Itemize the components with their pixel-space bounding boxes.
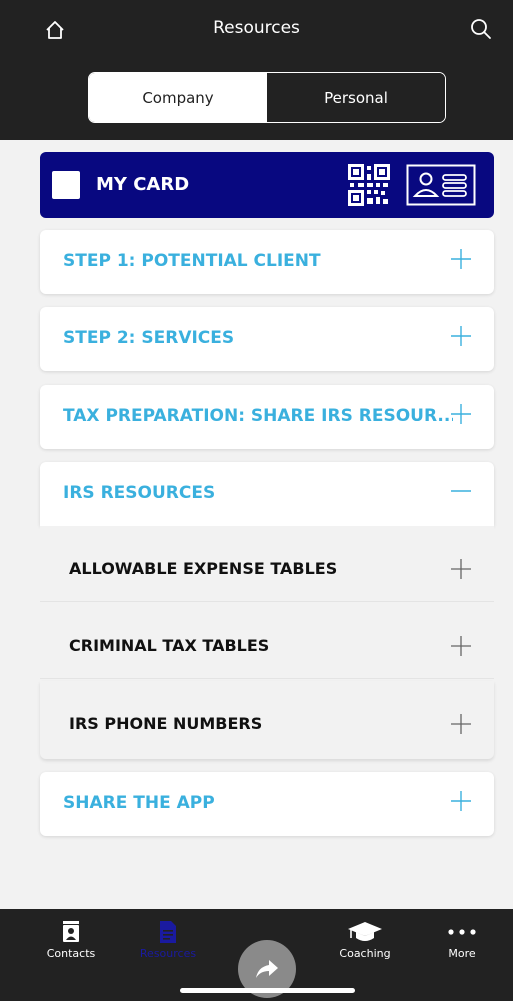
section-tax-preparation[interactable]: TAX PREPARATION: SHARE IRS RESOUR... xyxy=(40,385,494,449)
minus-icon[interactable] xyxy=(450,480,472,502)
plus-icon[interactable] xyxy=(450,790,472,812)
section-step-2-services[interactable]: STEP 2: SERVICES xyxy=(40,307,494,371)
more-dots-icon xyxy=(448,929,476,935)
my-card-checkbox[interactable] xyxy=(52,171,80,199)
tab-resources[interactable]: Resources xyxy=(128,921,208,960)
contacts-icon xyxy=(63,921,79,942)
section-title: TAX PREPARATION: SHARE IRS RESOUR... xyxy=(63,406,453,426)
qr-code-icon[interactable] xyxy=(348,164,390,206)
tab-contacts[interactable]: Contacts xyxy=(31,921,111,960)
plus-icon[interactable] xyxy=(450,713,472,735)
graduation-cap-icon xyxy=(348,922,382,941)
share-arrow-icon xyxy=(256,960,278,978)
plus-icon[interactable] xyxy=(450,248,472,270)
section-title: STEP 2: SERVICES xyxy=(63,328,235,348)
sub-item-title: CRIMINAL TAX TABLES xyxy=(69,636,270,655)
sub-item-irs-phone-numbers[interactable]: IRS PHONE NUMBERS xyxy=(40,681,494,759)
plus-icon[interactable] xyxy=(450,635,472,657)
tab-label: Resources xyxy=(139,947,197,960)
tab-label: Contacts xyxy=(46,947,96,960)
section-title: STEP 1: POTENTIAL CLIENT xyxy=(63,251,321,271)
my-card-label: MY CARD xyxy=(96,174,190,195)
top-bar: Resources Company Personal xyxy=(0,0,513,140)
plus-icon[interactable] xyxy=(450,558,472,580)
section-share-the-app[interactable]: SHARE THE APP xyxy=(40,772,494,836)
my-card-row[interactable]: MY CARD xyxy=(40,152,494,218)
tab-coaching[interactable]: Coaching xyxy=(325,921,405,960)
section-irs-resources[interactable]: IRS RESOURCES xyxy=(40,462,494,526)
section-step-1-potential-client[interactable]: STEP 1: POTENTIAL CLIENT xyxy=(40,230,494,294)
sub-item-criminal-tax-tables[interactable]: CRIMINAL TAX TABLES xyxy=(40,603,494,679)
sub-item-allowable-expense-tables[interactable]: ALLOWABLE EXPENSE TABLES xyxy=(40,526,494,602)
plus-icon[interactable] xyxy=(450,325,472,347)
page-title: Resources xyxy=(213,18,300,38)
sub-item-title: IRS PHONE NUMBERS xyxy=(69,714,263,733)
tab-label: More xyxy=(448,947,476,960)
search-icon[interactable] xyxy=(470,18,492,40)
tab-more[interactable]: More xyxy=(422,921,502,960)
section-title: IRS RESOURCES xyxy=(63,483,216,503)
plus-icon[interactable] xyxy=(450,403,472,425)
id-card-icon[interactable] xyxy=(406,164,476,206)
sub-item-title: ALLOWABLE EXPENSE TABLES xyxy=(69,559,338,578)
segment-company[interactable]: Company xyxy=(89,73,267,122)
segmented-control: Company Personal xyxy=(88,72,446,123)
segment-personal[interactable]: Personal xyxy=(267,73,445,122)
document-icon xyxy=(160,921,176,943)
section-title: SHARE THE APP xyxy=(63,793,215,813)
tab-label: Coaching xyxy=(339,947,391,960)
home-indicator xyxy=(180,988,355,993)
